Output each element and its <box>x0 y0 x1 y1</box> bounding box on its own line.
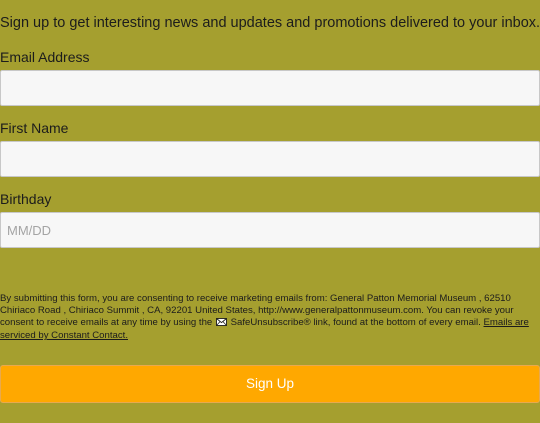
birthday-field[interactable] <box>0 212 540 248</box>
intro-text: Sign up to get interesting news and upda… <box>0 15 540 31</box>
email-label: Email Address <box>0 49 90 65</box>
consent-text-safeunsubscribe: SafeUnsubscribe® link, found at the bott… <box>230 317 481 328</box>
first-name-label: First Name <box>0 120 69 136</box>
first-name-field[interactable] <box>0 141 540 177</box>
sign-up-button[interactable]: Sign Up <box>0 365 540 403</box>
consent-text: By submitting this form, you are consent… <box>0 293 540 342</box>
birthday-label: Birthday <box>0 191 52 207</box>
email-field[interactable] <box>0 70 540 106</box>
envelope-icon <box>215 318 227 330</box>
